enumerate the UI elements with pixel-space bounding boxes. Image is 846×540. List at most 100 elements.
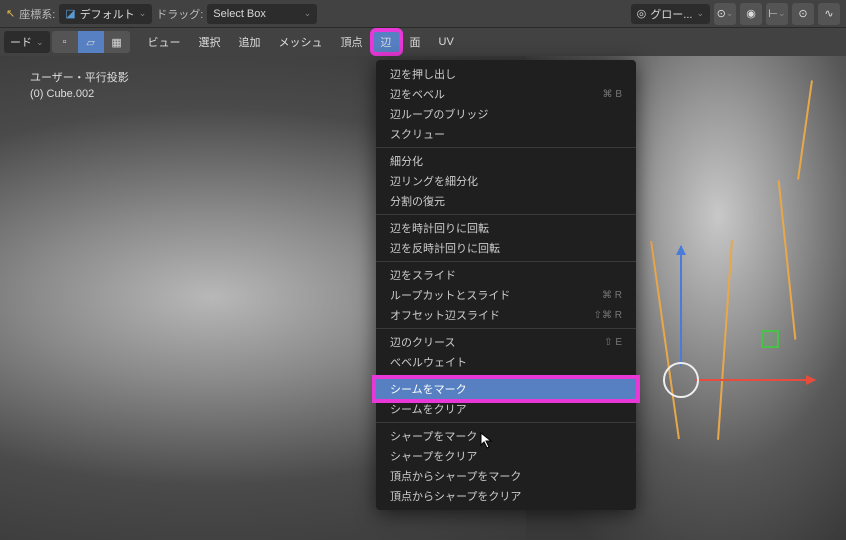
wave-icon: ⊙ [798,7,807,20]
edge-icon: ▱ [86,36,94,49]
chevron-down-icon: ⌄ [36,37,44,48]
menu-item[interactable]: シャープをクリア [376,446,636,466]
gizmo-center[interactable] [663,362,699,398]
header-bar: ↖ 座標系: ◪ デフォルト ⌄ ドラッグ: Select Box ⌄ ◎ グロ… [0,0,846,28]
coord-label: 座標系: [19,6,55,22]
menu-item[interactable]: スクリュー [376,124,636,144]
drag-label: ドラッグ: [156,6,203,22]
tool-bar: ード ⌄ ▫ ▱ ▦ ビュー 選択 追加 メッシュ 頂点 辺 面 UV [0,28,846,56]
snap-label: グロー... [650,6,692,22]
menu-item-shortcut: ⇧ E [604,337,622,348]
menu-item-label: シャープをクリア [390,448,477,464]
menu-edge[interactable]: 辺 [373,31,400,53]
pivot-dropdown[interactable]: ◎ グロー... ⌄ [631,4,710,24]
falloff-toggle[interactable]: ⊙ [792,3,814,25]
arc-toggle[interactable]: ⊢⌄ [766,3,788,25]
cursor-icon: ↖ [6,7,15,20]
menu-separator [376,214,636,215]
menu-item-label: 辺を反時計回りに回転 [390,240,500,256]
menu-item-label: 辺のクリース [390,334,455,350]
menu-uv[interactable]: UV [431,33,462,51]
menu-item[interactable]: シャープをマーク [376,426,636,446]
menu-mesh[interactable]: メッシュ [271,31,331,53]
menu-item[interactable]: 辺リングを細分化 [376,171,636,191]
drag-dropdown[interactable]: Select Box ⌄ [207,4,317,24]
menu-item-label: 辺を時計回りに回転 [390,220,489,236]
menu-item-label: シャープをマーク [390,428,477,444]
menu-item[interactable]: シームをマーク [376,379,636,399]
coord-system-dropdown[interactable]: ◪ デフォルト ⌄ [59,4,152,24]
projection-label: ユーザー・平行投影 [30,70,129,86]
menu-item-label: 辺をスライド [390,267,456,283]
menu-item-label: 辺を押し出し [390,66,456,82]
menu-item[interactable]: 頂点からシャープをクリア [376,486,636,506]
menu-select[interactable]: 選択 [191,31,229,53]
menu-item[interactable]: べベルウェイト [376,352,636,372]
proportional-icon: ◉ [746,7,756,20]
chevron-down-icon: ⌄ [726,8,734,19]
mode-value: ード [10,34,32,50]
menu-item[interactable]: 辺をベベル ⌘ B [376,84,636,104]
menu-separator [376,147,636,148]
menu-item-label: シームをマーク [390,381,467,397]
chevron-down-icon: ⌄ [139,8,147,19]
chevron-down-icon: ⌄ [778,8,786,19]
menu-item[interactable]: 辺を反時計回りに回転 [376,238,636,258]
menu-item[interactable]: 細分化 [376,151,636,171]
menu-item-label: べベルウェイト [390,354,467,370]
edge-select-mode[interactable]: ▱ [78,31,104,53]
menu-item[interactable]: 辺を押し出し [376,64,636,84]
menu-item-shortcut: ⌘ B [603,89,622,100]
menu-add[interactable]: 追加 [231,31,269,53]
edge-context-menu: 辺を押し出し辺をベベル ⌘ B 辺ループのブリッジスクリュー細分化辺リングを細分化分… [376,60,636,510]
arc-icon: ⊢ [768,7,778,20]
gizmo-z-axis[interactable] [680,246,682,366]
chevron-down-icon: ⌄ [304,8,312,19]
curve-toggle[interactable]: ∿ [818,3,840,25]
select-mode-group: ▫ ▱ ▦ [52,31,130,53]
menu-separator [376,261,636,262]
menu-item[interactable]: 分割の復元 [376,191,636,211]
curve-icon: ∿ [824,7,833,20]
mode-selector[interactable]: ード ⌄ [4,31,50,53]
menu-separator [376,375,636,376]
menu-item-label: オフセット辺スライド [390,307,500,323]
menu-item[interactable]: 辺をスライド [376,265,636,285]
menu-item[interactable]: 頂点からシャープをマーク [376,466,636,486]
menu-item-label: ループカットとスライド [390,287,510,303]
object-label: (0) Cube.002 [30,86,129,102]
menu-item-shortcut: ⌘ R [602,290,622,301]
vertex-select-mode[interactable]: ▫ [52,31,78,53]
proportional-toggle[interactable]: ◉ [740,3,762,25]
menu-view[interactable]: ビュー [140,31,189,53]
menu-item-label: 頂点からシャープをマーク [390,468,521,484]
menu-item[interactable]: 辺のクリース ⇧ E [376,332,636,352]
face-icon: ▦ [111,36,121,49]
menu-item[interactable]: ループカットとスライド ⌘ R [376,285,636,305]
gizmo-y-plane[interactable] [761,330,779,348]
menu-item-label: 辺をベベル [390,86,445,102]
orientation-icon: ◪ [65,7,75,20]
menu-item-shortcut: ⇧⌘ R [594,310,622,321]
menu-face[interactable]: 面 [402,31,429,53]
menu-item[interactable]: シームをクリア [376,399,636,419]
gizmo-x-axis[interactable] [695,379,815,381]
coord-value: デフォルト [80,6,135,22]
menu-item-label: 辺リングを細分化 [390,173,478,189]
magnet-icon: ⊙ [717,7,726,20]
menu-item[interactable]: 辺を時計回りに回転 [376,218,636,238]
menu-item[interactable]: 辺ループのブリッジ [376,104,636,124]
menu-item-label: シームをクリア [390,401,467,417]
menu-item-label: 頂点からシャープをクリア [390,488,521,504]
menu-item-label: 辺ループのブリッジ [390,106,488,122]
menu-separator [376,328,636,329]
vertex-icon: ▫ [63,36,67,48]
menu-item[interactable]: オフセット辺スライド ⇧⌘ R [376,305,636,325]
face-select-mode[interactable]: ▦ [104,31,130,53]
menu-separator [376,422,636,423]
menu-item-label: スクリュー [390,126,445,142]
snap-toggle[interactable]: ⊙⌄ [714,3,736,25]
menu-item-label: 分割の復元 [390,193,445,209]
menu-vertex[interactable]: 頂点 [333,31,371,53]
viewport-info: ユーザー・平行投影 (0) Cube.002 [30,70,129,102]
